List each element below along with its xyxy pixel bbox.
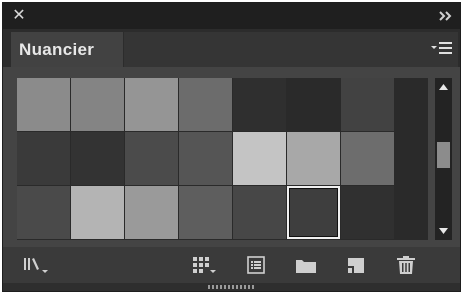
resize-grip-icon[interactable] — [208, 285, 254, 289]
panel-tab-row: Nuancier — [3, 29, 460, 67]
swatches-panel: ✕ Nuancier — [2, 2, 461, 292]
swatch[interactable] — [233, 78, 286, 131]
swatches-content — [3, 67, 460, 247]
swatch[interactable] — [125, 78, 178, 131]
new-color-group-icon[interactable] — [293, 254, 319, 276]
swatch[interactable] — [71, 78, 124, 131]
tab-nuancier[interactable]: Nuancier — [11, 32, 123, 67]
tab-bar-background — [124, 32, 458, 67]
delete-swatch-icon[interactable] — [393, 254, 419, 276]
panel-toolbar — [3, 247, 460, 283]
swatch[interactable] — [179, 78, 232, 131]
close-icon[interactable]: ✕ — [10, 6, 28, 24]
scroll-up-arrow-icon[interactable] — [435, 78, 452, 96]
panel-menu-icon[interactable] — [430, 39, 454, 57]
swatch[interactable] — [341, 186, 394, 239]
swatch[interactable] — [17, 132, 70, 185]
double-chevron-right-icon[interactable] — [436, 7, 454, 25]
vertical-scrollbar[interactable] — [435, 78, 452, 240]
swatch[interactable] — [17, 78, 70, 131]
panel-bottom-bar — [3, 283, 460, 291]
new-swatch-icon[interactable] — [343, 254, 369, 276]
swatch-grid — [17, 78, 428, 240]
tab-label: Nuancier — [19, 40, 95, 59]
swatch[interactable] — [179, 186, 232, 239]
scroll-down-arrow-icon[interactable] — [435, 222, 452, 240]
panel-titlebar[interactable]: ✕ — [3, 3, 460, 29]
swatch[interactable] — [287, 132, 340, 185]
swatch[interactable] — [71, 186, 124, 239]
swatch[interactable] — [233, 186, 286, 239]
swatch[interactable] — [125, 186, 178, 239]
scrollbar-thumb[interactable] — [437, 142, 450, 168]
swatch[interactable] — [71, 132, 124, 185]
swatch-options-icon[interactable] — [243, 254, 269, 276]
swatch[interactable] — [233, 132, 286, 185]
show-swatch-kinds-menu-icon[interactable] — [189, 254, 219, 276]
swatch-libraries-menu-icon[interactable] — [21, 254, 51, 276]
swatch[interactable] — [179, 132, 232, 185]
swatch[interactable] — [17, 186, 70, 239]
swatch[interactable] — [341, 132, 394, 185]
swatch[interactable] — [287, 186, 340, 239]
swatch[interactable] — [287, 78, 340, 131]
swatch[interactable] — [125, 132, 178, 185]
swatch[interactable] — [341, 78, 394, 131]
